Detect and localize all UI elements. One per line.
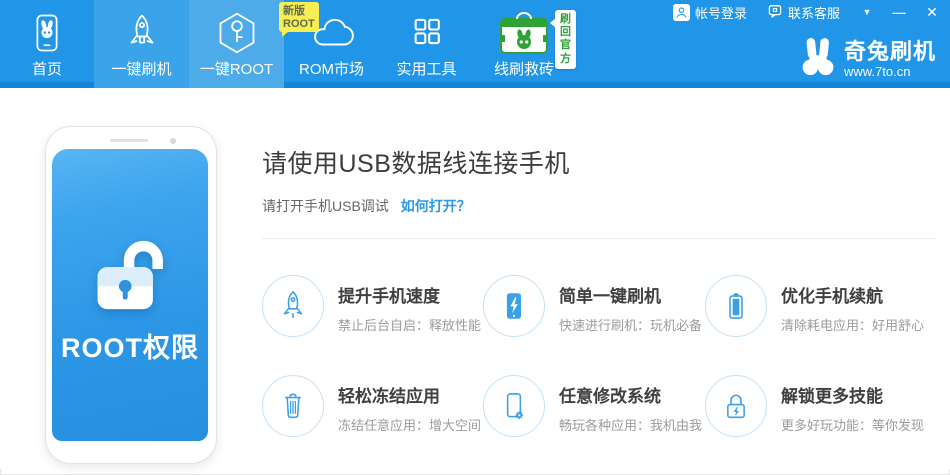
feature-title: 提升手机速度	[338, 282, 481, 307]
connect-content: 请使用USB数据线连接手机 请打开手机USB调试如何打开？ 提升手机速度	[262, 88, 935, 437]
feature-speed: 提升手机速度 禁止后台自启：释放性能	[262, 275, 483, 337]
contact-support-button[interactable]: 联系客服	[757, 0, 850, 24]
nav-item-oneclick-flash[interactable]: 一键刷机	[94, 0, 189, 88]
rabbit-phone-icon	[26, 9, 68, 57]
how-to-open-link[interactable]: 如何打开？	[401, 198, 471, 214]
main-area: ROOT权限 请使用USB数据线连接手机 请打开手机USB调试如何打开？	[0, 88, 950, 469]
account-login-button[interactable]: 帐号登录	[663, 0, 757, 24]
nav-label-tools: 实用工具	[396, 58, 456, 79]
nav-item-home[interactable]: 首页	[0, 0, 94, 88]
chat-bubble-icon	[767, 3, 783, 22]
back-to-official-badge: 刷回 官方	[555, 10, 576, 69]
phone-speaker	[110, 139, 148, 142]
feature-title: 任意修改系统	[559, 382, 702, 407]
nav-label-rom-market: ROM市场	[299, 58, 364, 79]
nav-label-oneclick-flash: 一键刷机	[111, 58, 171, 79]
main-nav: 首页 一键刷机 一键ROOT	[0, 0, 574, 88]
feature-unlock: 解锁更多技能 更多好玩功能：等你发现	[705, 375, 935, 437]
nav-item-tools[interactable]: 实用工具	[379, 0, 474, 88]
phone-camera-dot	[170, 138, 176, 144]
unlock-padlock-icon	[86, 227, 174, 316]
section-divider	[262, 238, 935, 239]
feature-title: 简单一键刷机	[559, 282, 702, 307]
feature-desc: 冻结任意应用：增大空间	[338, 415, 481, 434]
rocket-icon	[121, 9, 163, 57]
lock-lightning-icon	[705, 375, 767, 437]
nav-item-oneclick-root[interactable]: 一键ROOT 新版 ROOT	[189, 0, 284, 88]
feature-title: 解锁更多技能	[781, 382, 924, 407]
rabbit-logo-icon	[800, 36, 836, 83]
connect-heading: 请使用USB数据线连接手机	[262, 144, 935, 180]
feature-flash: 简单一键刷机 快速进行刷机：玩机必备	[483, 275, 705, 337]
close-icon: ✕	[926, 4, 938, 21]
contact-support-label: 联系客服	[788, 3, 840, 22]
feature-title: 优化手机续航	[781, 282, 924, 307]
nav-label-rescue: 线刷救砖	[494, 58, 554, 79]
brand-site: www.7to.cn	[844, 64, 936, 79]
nav-label-oneclick-root: 一键ROOT	[200, 58, 273, 79]
trash-icon	[262, 375, 324, 437]
feature-freeze: 轻松冻结应用 冻结任意应用：增大空间	[262, 375, 483, 437]
titlebar-controls: 帐号登录 联系客服 ▼ — ✕	[663, 0, 950, 24]
minimize-icon: —	[893, 5, 906, 20]
nav-item-rescue[interactable]: 线刷救砖 刷回 官方	[474, 0, 574, 88]
usb-debug-tip: 请打开手机USB调试	[262, 198, 389, 214]
battery-icon	[705, 275, 767, 337]
feature-desc: 禁止后台自启：释放性能	[338, 315, 481, 334]
chevron-down-icon: ▼	[863, 7, 872, 17]
brand-logo: 奇兔刷机 www.7to.cn	[800, 36, 936, 83]
qitu-flash-window: { "titlebar": { "login": "帐号登录", "suppor…	[0, 0, 950, 475]
nav-label-home: 首页	[32, 58, 62, 79]
feature-desc: 清除耗电应用：好用舒心	[781, 315, 924, 334]
feature-desc: 更多好玩功能：等你发现	[781, 415, 924, 434]
header-bar: 首页 一键刷机 一键ROOT	[0, 0, 950, 88]
feature-title: 轻松冻结应用	[338, 382, 481, 407]
new-root-badge: 新版 ROOT	[279, 2, 319, 32]
account-login-label: 帐号登录	[695, 3, 747, 22]
minimize-button[interactable]: —	[884, 0, 914, 24]
rescue-box-icon	[497, 9, 551, 57]
grid-icon	[406, 9, 448, 57]
feature-modify: 任意修改系统 畅玩各种应用：我机由我	[483, 375, 705, 437]
phone-gear-icon	[483, 375, 545, 437]
feature-desc: 畅玩各种应用：我机由我	[559, 415, 702, 434]
feature-battery: 优化手机续航 清除耗电应用：好用舒心	[705, 275, 935, 337]
rocket-icon	[262, 275, 324, 337]
feature-grid: 提升手机速度 禁止后台自启：释放性能 简单一键刷机 快速进行刷机：玩机必备	[262, 275, 935, 437]
close-button[interactable]: ✕	[914, 0, 950, 24]
person-icon	[673, 4, 690, 21]
hexagon-key-icon	[215, 9, 259, 57]
phone-lightning-icon	[483, 275, 545, 337]
root-permission-label: ROOT权限	[61, 326, 199, 365]
dropdown-menu-button[interactable]: ▼	[850, 0, 884, 24]
feature-desc: 快速进行刷机：玩机必备	[559, 315, 702, 334]
phone-illustration: ROOT权限	[45, 126, 217, 464]
phone-screen: ROOT权限	[52, 149, 208, 441]
brand-name: 奇兔刷机	[844, 40, 936, 63]
